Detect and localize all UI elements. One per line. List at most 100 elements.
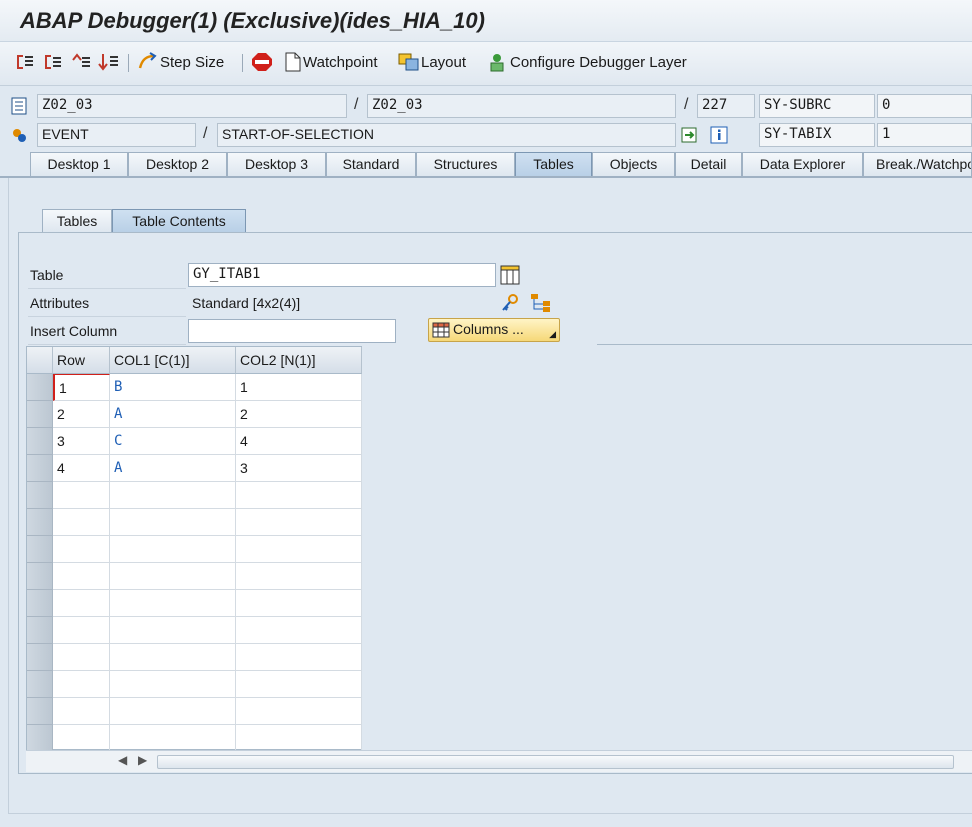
empty-cell[interactable]	[53, 509, 110, 536]
info-icon[interactable]	[710, 126, 728, 144]
empty-cell[interactable]	[236, 671, 362, 698]
step-into-icon[interactable]	[14, 52, 36, 72]
horizontal-scrollbar[interactable]: ◀ ▶	[26, 750, 972, 772]
subtab-tables[interactable]: Tables	[42, 209, 112, 233]
include-field[interactable]: Z02_03	[367, 94, 676, 118]
empty-cell[interactable]	[53, 644, 110, 671]
row-selector[interactable]	[27, 671, 53, 698]
configure-debugger-layer-button[interactable]: Configure Debugger Layer	[510, 54, 687, 71]
tab-standard[interactable]: Standard	[326, 152, 416, 177]
empty-cell[interactable]	[53, 536, 110, 563]
stop-icon[interactable]	[251, 52, 273, 72]
scroll-left-icon[interactable]: ◀	[118, 753, 127, 767]
empty-cell[interactable]	[236, 536, 362, 563]
empty-cell[interactable]	[110, 644, 236, 671]
empty-cell[interactable]	[236, 563, 362, 590]
empty-cell[interactable]	[110, 482, 236, 509]
column-header-col1[interactable]: COL1 [C(1)]	[110, 347, 236, 374]
step-over-icon[interactable]	[42, 52, 64, 72]
watchpoint-button[interactable]: Watchpoint	[303, 54, 377, 71]
empty-cell[interactable]	[236, 509, 362, 536]
tab-objects[interactable]: Objects	[592, 152, 675, 177]
step-size-button[interactable]: Step Size	[160, 54, 224, 71]
empty-cell[interactable]	[110, 590, 236, 617]
row-selector[interactable]	[27, 644, 53, 671]
hierarchy-icon[interactable]	[530, 293, 552, 313]
empty-cell[interactable]	[236, 698, 362, 725]
empty-cell[interactable]	[110, 671, 236, 698]
layout-button[interactable]: Layout	[421, 54, 466, 71]
empty-cell[interactable]	[53, 671, 110, 698]
empty-cell[interactable]	[110, 563, 236, 590]
empty-cell[interactable]	[53, 698, 110, 725]
empty-cell[interactable]	[53, 563, 110, 590]
empty-cell[interactable]	[110, 536, 236, 563]
table-cell[interactable]: 1	[236, 374, 362, 401]
row-selector[interactable]	[27, 482, 53, 509]
tab-structures[interactable]: Structures	[416, 152, 515, 177]
row-selector[interactable]	[27, 536, 53, 563]
table-cell[interactable]: B	[110, 374, 236, 401]
display-source-icon[interactable]	[681, 126, 699, 144]
empty-cell[interactable]	[53, 482, 110, 509]
empty-cell[interactable]	[110, 698, 236, 725]
empty-cell[interactable]	[236, 482, 362, 509]
table-cell[interactable]: A	[110, 401, 236, 428]
row-selector[interactable]	[27, 563, 53, 590]
tab-data-explorer[interactable]: Data Explorer	[742, 152, 863, 177]
table-grid-icon[interactable]	[500, 265, 520, 285]
empty-cell[interactable]	[236, 590, 362, 617]
empty-cell[interactable]	[110, 617, 236, 644]
column-header-row[interactable]: Row	[53, 347, 110, 374]
select-all-header[interactable]	[27, 347, 53, 374]
table-cell[interactable]: 1	[53, 374, 110, 401]
tab-tables[interactable]: Tables	[515, 152, 592, 177]
tab-break-watchpoints[interactable]: Break./Watchpoints	[863, 152, 972, 177]
insert-column-input[interactable]	[188, 319, 396, 343]
empty-cell[interactable]	[110, 725, 236, 752]
return-icon[interactable]	[70, 52, 92, 72]
empty-cell[interactable]	[236, 617, 362, 644]
event-name-field[interactable]: START-OF-SELECTION	[217, 123, 676, 147]
table-cell[interactable]: 3	[53, 428, 110, 455]
table-name-input[interactable]: GY_ITAB1	[188, 263, 496, 287]
row-selector[interactable]	[27, 374, 53, 401]
row-selector[interactable]	[27, 401, 53, 428]
continue-icon[interactable]	[98, 52, 120, 72]
tab-desktop-1[interactable]: Desktop 1	[30, 152, 128, 177]
attributes-value: Standard [4x2(4)]	[192, 295, 301, 311]
scroll-thumb[interactable]	[157, 755, 954, 769]
row-selector[interactable]	[27, 698, 53, 725]
step-size-icon[interactable]	[137, 52, 159, 72]
tab-desktop-2[interactable]: Desktop 2	[128, 152, 227, 177]
table-cell[interactable]: A	[110, 455, 236, 482]
empty-cell[interactable]	[110, 509, 236, 536]
column-header-col2[interactable]: COL2 [N(1)]	[236, 347, 362, 374]
row-selector[interactable]	[27, 428, 53, 455]
table-cell[interactable]: 2	[53, 401, 110, 428]
subtab-table-contents[interactable]: Table Contents	[112, 209, 246, 233]
columns-button[interactable]: Columns ... ◢	[428, 318, 560, 342]
empty-cell[interactable]	[53, 590, 110, 617]
empty-cell[interactable]	[53, 725, 110, 752]
table-cell[interactable]: C	[110, 428, 236, 455]
key-icon[interactable]	[500, 293, 520, 313]
tab-detail[interactable]: Detail	[675, 152, 742, 177]
row-selector[interactable]	[27, 509, 53, 536]
row-selector[interactable]	[27, 455, 53, 482]
empty-cell[interactable]	[236, 644, 362, 671]
event-type-field[interactable]: EVENT	[37, 123, 196, 147]
table-cell[interactable]: 3	[236, 455, 362, 482]
table-cell[interactable]: 4	[53, 455, 110, 482]
table-cell[interactable]: 4	[236, 428, 362, 455]
empty-cell[interactable]	[236, 725, 362, 752]
program-field[interactable]: Z02_03	[37, 94, 347, 118]
table-cell[interactable]: 2	[236, 401, 362, 428]
row-selector[interactable]	[27, 617, 53, 644]
tab-desktop-3[interactable]: Desktop 3	[227, 152, 326, 177]
line-field[interactable]: 227	[697, 94, 755, 118]
empty-cell[interactable]	[53, 617, 110, 644]
row-selector[interactable]	[27, 725, 53, 752]
row-selector[interactable]	[27, 590, 53, 617]
scroll-right-icon[interactable]: ▶	[138, 753, 147, 767]
